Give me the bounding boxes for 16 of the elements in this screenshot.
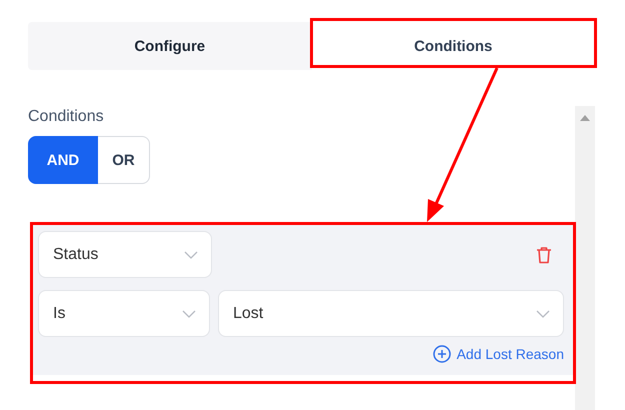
chevron-down-icon: [536, 310, 550, 318]
tab[interactable]: Conditions: [312, 22, 595, 70]
field-select[interactable]: Status: [38, 231, 212, 278]
value-select[interactable]: Lost: [218, 290, 564, 337]
logic-toggle-option[interactable]: AND: [28, 136, 98, 184]
scrollbar[interactable]: [575, 106, 595, 410]
scroll-up-icon[interactable]: [580, 115, 590, 121]
add-lost-reason-link[interactable]: Add Lost Reason: [456, 346, 564, 362]
delete-icon[interactable]: [536, 246, 552, 264]
tab[interactable]: Configure: [28, 22, 312, 70]
logic-toggle-option[interactable]: OR: [98, 136, 150, 184]
chevron-down-icon: [184, 250, 198, 258]
plus-circle-icon: [432, 345, 451, 363]
chevron-down-icon: [182, 310, 196, 318]
section-label: Conditions: [28, 108, 105, 126]
operator-select[interactable]: Is: [38, 290, 210, 337]
